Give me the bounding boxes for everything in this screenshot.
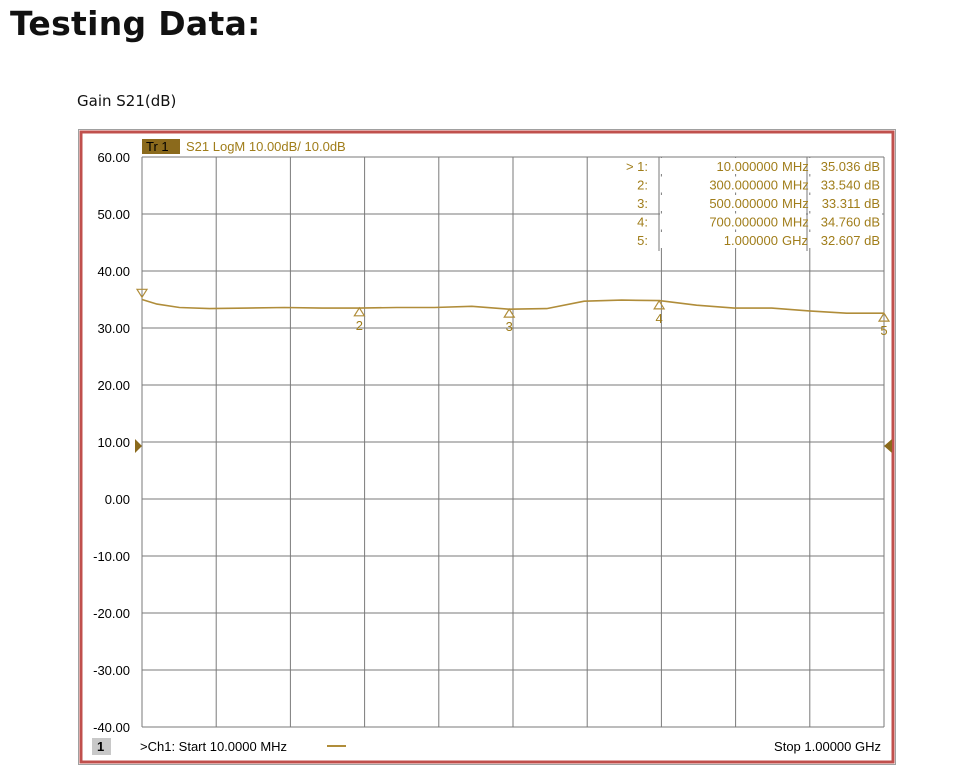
marker-readout-table: > 1: 10.000000 MHz 35.036 dB 2: 300.000000 MHz…	[626, 157, 882, 251]
trace-badge[interactable]: Tr 1	[146, 139, 169, 154]
network-analyzer-display: Tr 1 S21 LogM 10.00dB/ 10.0dB 60.00 50.00…	[78, 129, 896, 765]
y-tick-label: -20.00	[93, 606, 130, 621]
readout-frequency-unit: MHz	[782, 178, 809, 193]
marker-2-number: 2	[356, 318, 363, 333]
readout-marker-label: 3:	[637, 196, 648, 211]
y-tick-label: 10.00	[97, 435, 130, 450]
readout-marker-label: 5:	[637, 233, 648, 248]
readout-marker-frequency: 300.000000	[709, 178, 778, 193]
y-tick-label: 30.00	[97, 321, 130, 336]
readout-marker-value: 33.540 dB	[821, 178, 880, 193]
readout-marker-value: 35.036 dB	[821, 159, 880, 174]
readout-marker-value: 34.760 dB	[821, 215, 880, 230]
channel-badge[interactable]: 1	[97, 739, 104, 754]
readout-marker-frequency: 10.000000	[717, 159, 778, 174]
trace-info: S21 LogM 10.00dB/ 10.0dB	[186, 139, 346, 154]
readout-frequency-unit: GHz	[782, 233, 808, 248]
y-tick-label: 0.00	[105, 492, 130, 507]
readout-marker-label: 2:	[637, 178, 648, 193]
marker-4-number: 4	[656, 311, 663, 326]
readout-marker-frequency: 700.000000	[709, 215, 778, 230]
readout-marker-value: 32.607 dB	[821, 233, 880, 248]
readout-frequency-unit: MHz	[782, 159, 809, 174]
chart-caption: Gain S21(dB)	[77, 92, 177, 110]
page-title: Testing Data:	[10, 4, 261, 43]
marker-5-number: 5	[880, 323, 887, 338]
readout-marker-frequency: 500.000000	[709, 196, 778, 211]
readout-marker-frequency: 1.000000	[724, 233, 778, 248]
readout-marker-value: 33.311 dB	[822, 196, 880, 211]
y-tick-label: -10.00	[93, 549, 130, 564]
y-tick-label: 20.00	[97, 378, 130, 393]
y-tick-label: -30.00	[93, 663, 130, 678]
y-tick-label: 50.00	[97, 207, 130, 222]
y-tick-label: -40.00	[93, 720, 130, 735]
readout-marker-label: 4:	[637, 215, 648, 230]
start-frequency-label: >Ch1: Start 10.0000 MHz	[140, 739, 287, 754]
marker-3-number: 3	[506, 319, 513, 334]
gain-chart: Tr 1 S21 LogM 10.00dB/ 10.0dB 60.0050.00…	[78, 129, 896, 765]
stop-frequency-label: Stop 1.00000 GHz	[774, 739, 881, 754]
y-tick-label: 60.00	[97, 150, 130, 165]
readout-marker-label: > 1:	[626, 159, 648, 174]
readout-frequency-unit: MHz	[782, 215, 809, 230]
y-tick-label: 40.00	[97, 264, 130, 279]
readout-frequency-unit: MHz	[782, 196, 809, 211]
